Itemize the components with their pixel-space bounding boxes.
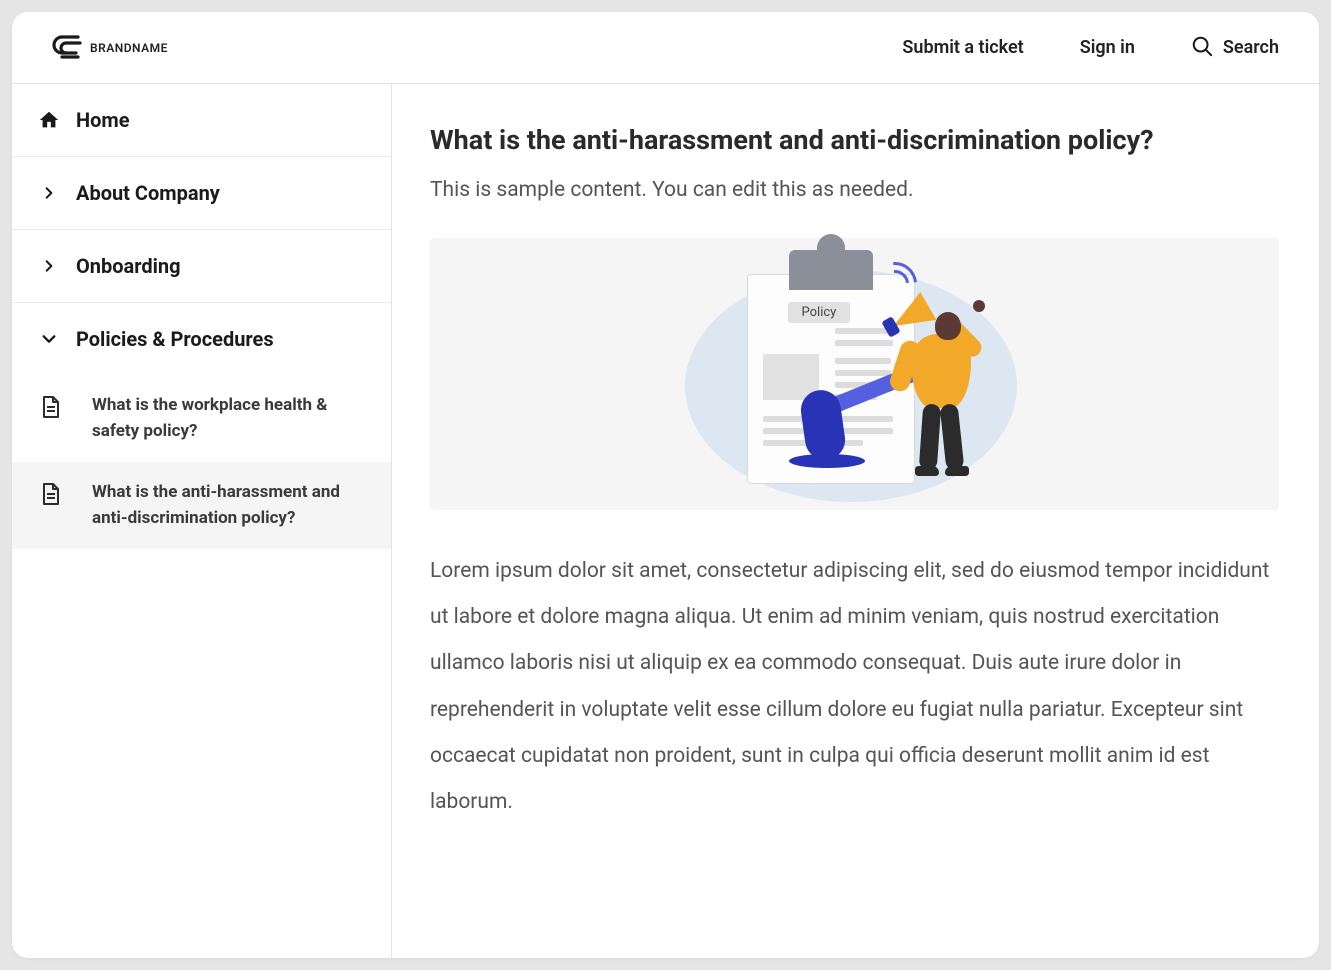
- article-intro: This is sample content. You can edit thi…: [430, 178, 1279, 202]
- submit-ticket-link[interactable]: Submit a ticket: [902, 37, 1023, 58]
- search-button[interactable]: Search: [1191, 35, 1279, 61]
- sidebar-item-home[interactable]: Home: [12, 84, 391, 157]
- main-content: What is the anti-harassment and anti-dis…: [392, 84, 1319, 958]
- brand-logo-icon: [52, 35, 82, 61]
- search-label: Search: [1223, 37, 1279, 58]
- body: Home About Company Onboarding: [12, 84, 1319, 958]
- chevron-down-icon: [38, 328, 60, 350]
- sidebar-sub-label: What is the workplace health & safety po…: [80, 393, 365, 444]
- sign-in-link[interactable]: Sign in: [1080, 37, 1135, 58]
- sidebar-item-onboarding[interactable]: Onboarding: [12, 230, 391, 303]
- brand-name: BRANDNAME: [90, 41, 168, 55]
- sidebar: Home About Company Onboarding: [12, 84, 392, 958]
- sidebar-item-policies-procedures[interactable]: Policies & Procedures: [12, 303, 391, 375]
- article-title: What is the anti-harassment and anti-dis…: [430, 124, 1279, 156]
- brand[interactable]: BRANDNAME: [52, 35, 168, 61]
- sidebar-sub-label: What is the anti-harassment and anti-dis…: [80, 480, 365, 531]
- sidebar-sub-anti-harassment[interactable]: What is the anti-harassment and anti-dis…: [12, 462, 391, 549]
- header: BRANDNAME Submit a ticket Sign in Search: [12, 12, 1319, 84]
- chevron-right-icon: [38, 182, 60, 204]
- document-icon: [38, 482, 62, 506]
- search-icon: [1191, 35, 1213, 61]
- illustration-policy-badge: Policy: [788, 302, 851, 323]
- home-icon: [38, 109, 60, 131]
- sidebar-item-label: Policies & Procedures: [76, 327, 274, 351]
- chevron-right-icon: [38, 255, 60, 277]
- sidebar-item-about-company[interactable]: About Company: [12, 157, 391, 230]
- sidebar-sub-health-safety[interactable]: What is the workplace health & safety po…: [12, 375, 391, 462]
- sidebar-item-label: About Company: [76, 181, 220, 205]
- article-body: Lorem ipsum dolor sit amet, consectetur …: [430, 548, 1279, 825]
- article-illustration: Policy: [430, 238, 1279, 510]
- header-actions: Submit a ticket Sign in Search: [902, 35, 1279, 61]
- sidebar-item-label: Home: [76, 108, 130, 132]
- sidebar-item-label: Onboarding: [76, 254, 181, 278]
- document-icon: [38, 395, 62, 419]
- app-window: BRANDNAME Submit a ticket Sign in Search: [12, 12, 1319, 958]
